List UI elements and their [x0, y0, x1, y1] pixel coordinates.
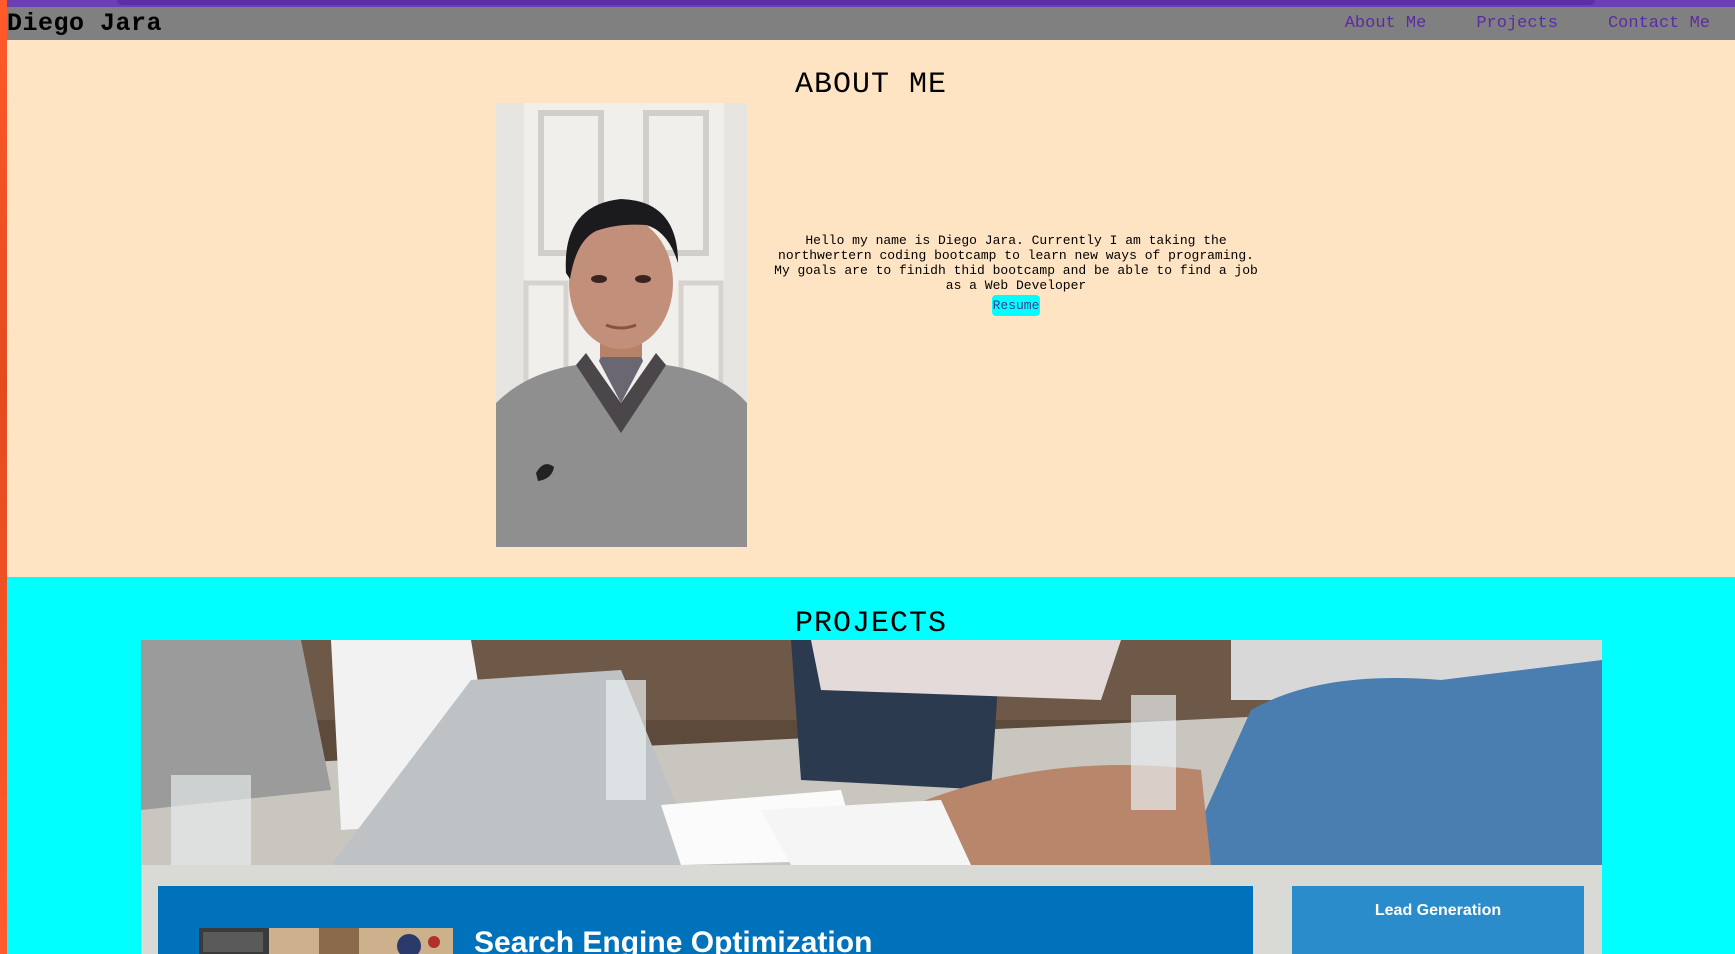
- top-bar-pill: [117, 0, 1595, 5]
- browser-top-bar: [7, 0, 1735, 7]
- site-header: Diego Jara About Me Projects Contact Me: [7, 7, 1735, 40]
- about-title: ABOUT ME: [794, 68, 948, 102]
- lead-card-title: Lead Generation: [1374, 902, 1502, 919]
- projects-hero-image: [141, 640, 1602, 865]
- left-accent-strip: [0, 0, 7, 954]
- brand-name[interactable]: Diego Jara: [7, 9, 162, 38]
- project-card-lead-generation[interactable]: Lead Generation: [1292, 886, 1584, 954]
- projects-title: PROJECTS: [794, 607, 948, 641]
- seo-card-title: Search Engine Optimization: [474, 926, 873, 954]
- nav-contact-me[interactable]: Contact Me: [1608, 14, 1710, 33]
- projects-panel: Search Engine Optimization Lead Generati…: [141, 865, 1602, 954]
- profile-photo: [496, 103, 747, 547]
- about-section: ABOUT ME Hello my name is Diego Jara. Cu…: [7, 40, 1735, 577]
- nav-projects[interactable]: Projects: [1476, 14, 1558, 33]
- project-card-seo[interactable]: Search Engine Optimization: [158, 886, 1253, 954]
- resume-button[interactable]: Resume: [991, 295, 1041, 316]
- nav-about-me[interactable]: About Me: [1345, 14, 1427, 33]
- projects-section: PROJECTS Search Engine Optimization Lead…: [7, 577, 1735, 954]
- bio-text: Hello my name is Diego Jara. Currently I…: [774, 233, 1258, 293]
- main-nav: About Me Projects Contact Me: [1345, 14, 1710, 33]
- seo-thumbnail: [199, 928, 453, 954]
- about-bio: Hello my name is Diego Jara. Currently I…: [772, 233, 1260, 316]
